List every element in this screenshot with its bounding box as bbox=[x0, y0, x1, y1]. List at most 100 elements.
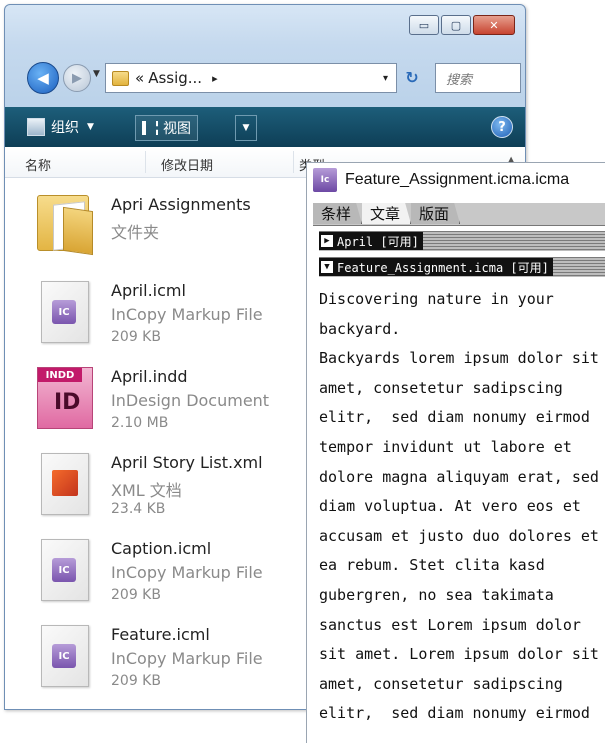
file-size: 2.10 MB bbox=[111, 415, 169, 431]
incopy-badge: IC bbox=[52, 558, 76, 582]
file-name: April Story List.xml bbox=[111, 453, 263, 472]
file-size: 209 KB bbox=[111, 673, 161, 689]
incopy-badge: IC bbox=[52, 300, 76, 324]
views-dropdown-button[interactable]: ▼ bbox=[235, 115, 257, 141]
file-name: April.icml bbox=[111, 281, 186, 300]
address-path[interactable]: Assig... bbox=[148, 69, 202, 87]
tab-layout[interactable]: 版面 bbox=[411, 203, 461, 224]
file-name: April.indd bbox=[111, 367, 188, 386]
organize-label: 组织 bbox=[51, 120, 79, 136]
text-line: amet, consetetur sadipscing bbox=[319, 674, 563, 693]
file-size: 209 KB bbox=[111, 329, 161, 345]
text-line: elitr, sed diam nonumy eirmod bbox=[319, 408, 590, 427]
refresh-icon: ↻ bbox=[405, 67, 419, 87]
tab-story[interactable]: 文章 bbox=[362, 203, 412, 224]
story-label: April [可用] bbox=[337, 234, 419, 249]
collapse-triangle-icon[interactable]: ▼ bbox=[321, 261, 333, 273]
address-separator-icon[interactable]: ▸ bbox=[212, 72, 218, 85]
tab-galley[interactable]: 条样 bbox=[313, 203, 363, 224]
text-line: amet, consetetur sadipscing bbox=[319, 378, 563, 397]
story-label: Feature_Assignment.icma [可用] bbox=[337, 260, 549, 275]
address-bar[interactable]: « Assig... ▸ ▾ bbox=[105, 63, 397, 93]
text-line: elitr, sed diam nonumy eirmod bbox=[319, 704, 590, 723]
file-item[interactable]: INDD ID April.indd InDesign Document 2.10… bbox=[33, 363, 303, 447]
help-button[interactable]: ? bbox=[491, 116, 513, 138]
column-date-modified[interactable]: 修改日期 bbox=[161, 155, 213, 174]
xml-file-icon bbox=[41, 453, 89, 515]
file-item[interactable]: IC Feature.icml InCopy Markup File 209 K… bbox=[33, 621, 303, 705]
story-row-feature[interactable]: ▼ Feature_Assignment.icma [可用] bbox=[319, 257, 605, 277]
column-name[interactable]: 名称 bbox=[25, 155, 51, 174]
incopy-file-icon: IC bbox=[41, 539, 89, 601]
text-line: diam voluptua. At vero eos et bbox=[319, 497, 581, 516]
address-dropdown-icon[interactable]: ▾ bbox=[383, 73, 388, 84]
help-icon: ? bbox=[498, 119, 506, 135]
minimize-button[interactable]: ▭ bbox=[409, 15, 439, 35]
file-item[interactable]: Apri Assignments 文件夹 bbox=[33, 191, 303, 275]
story-text-area[interactable]: Discovering nature in your backyard. Bac… bbox=[319, 285, 605, 729]
file-type: 文件夹 bbox=[111, 223, 160, 242]
story-header[interactable]: ▼ Feature_Assignment.icma [可用] bbox=[319, 258, 553, 276]
file-type: XML 文档 bbox=[111, 481, 182, 500]
file-name: Feature.icml bbox=[111, 625, 210, 644]
views-button[interactable]: 视图 bbox=[135, 115, 198, 141]
panel-title-bar: Ic Feature_Assignment.icma.icma bbox=[307, 163, 605, 197]
file-name: Apri Assignments bbox=[111, 195, 251, 214]
incopy-file-icon: IC bbox=[41, 281, 89, 343]
views-label: 视图 bbox=[163, 121, 191, 137]
minimize-icon: ▭ bbox=[418, 18, 430, 32]
text-line: backyard. bbox=[319, 319, 401, 338]
file-item[interactable]: April Story List.xml XML 文档 23.4 KB bbox=[33, 449, 303, 533]
file-name: Caption.icml bbox=[111, 539, 212, 558]
incopy-assignment-icon: Ic bbox=[313, 168, 337, 192]
chevron-down-icon: ▼ bbox=[87, 122, 94, 132]
file-size: 23.4 KB bbox=[111, 501, 166, 517]
incopy-file-icon: IC bbox=[41, 625, 89, 687]
folder-icon bbox=[37, 195, 93, 256]
back-button[interactable]: ◀ bbox=[27, 62, 59, 94]
file-item[interactable]: IC April.icml InCopy Markup File 209 KB bbox=[33, 277, 303, 361]
organize-button[interactable]: 组织 ▼ bbox=[27, 115, 94, 139]
column-divider[interactable] bbox=[145, 151, 146, 173]
maximize-button[interactable]: ▢ bbox=[441, 15, 471, 35]
file-size: 209 KB bbox=[111, 587, 161, 603]
text-line: sanctus est Lorem ipsum dolor bbox=[319, 615, 581, 634]
address-overflow[interactable]: « bbox=[135, 69, 144, 87]
close-button[interactable]: ✕ bbox=[473, 15, 515, 35]
panel-title: Feature_Assignment.icma.icma bbox=[345, 171, 570, 188]
file-item[interactable]: IC Caption.icml InCopy Markup File 209 K… bbox=[33, 535, 303, 619]
folder-icon bbox=[112, 70, 129, 86]
forward-button[interactable]: ▶ bbox=[63, 64, 91, 92]
window-caption-buttons: ▭ ▢ ✕ bbox=[409, 15, 515, 35]
file-type: InCopy Markup File bbox=[111, 563, 263, 582]
incopy-assignment-panel: Ic Feature_Assignment.icma.icma 条样 文章 版面… bbox=[306, 162, 605, 743]
close-icon: ✕ bbox=[489, 18, 499, 32]
text-line: gubergren, no sea takimata bbox=[319, 585, 554, 604]
search-placeholder: 搜索 bbox=[446, 72, 473, 88]
maximize-icon: ▢ bbox=[450, 18, 462, 32]
text-line: ea rebum. Stet clita kasd bbox=[319, 556, 545, 575]
arrow-right-icon: ▶ bbox=[72, 70, 82, 86]
search-input[interactable]: 搜索 bbox=[435, 63, 521, 93]
text-line: Backyards lorem ipsum dolor sit bbox=[319, 349, 599, 368]
arrow-left-icon: ◀ bbox=[37, 69, 49, 87]
indesign-file-icon: INDD ID bbox=[37, 367, 93, 429]
views-icon bbox=[142, 121, 158, 135]
expand-triangle-icon[interactable]: ▶ bbox=[321, 235, 333, 247]
story-row-april[interactable]: ▶ April [可用] bbox=[319, 231, 605, 251]
story-header[interactable]: ▶ April [可用] bbox=[319, 232, 423, 250]
file-type: InCopy Markup File bbox=[111, 305, 263, 324]
indd-mark: ID bbox=[54, 390, 81, 415]
column-divider[interactable] bbox=[293, 151, 294, 173]
recent-pages-dropdown[interactable]: ▼ bbox=[93, 69, 100, 79]
refresh-button[interactable]: ↻ bbox=[399, 65, 425, 89]
address-row: ◀ ▶ ▼ « Assig... ▸ ▾ ↻ 搜索 bbox=[5, 59, 525, 95]
command-toolbar: 组织 ▼ 视图 ▼ ? bbox=[5, 107, 525, 147]
text-line: dolore magna aliquyam erat, sed bbox=[319, 467, 599, 486]
file-type: InDesign Document bbox=[111, 391, 270, 410]
incopy-badge: IC bbox=[52, 644, 76, 668]
chevron-down-icon: ▼ bbox=[242, 123, 250, 133]
text-line: Discovering nature in your bbox=[319, 290, 554, 308]
text-line: sit amet. Lorem ipsum dolor sit bbox=[319, 645, 599, 664]
text-line: accusam et justo duo dolores et bbox=[319, 526, 599, 545]
